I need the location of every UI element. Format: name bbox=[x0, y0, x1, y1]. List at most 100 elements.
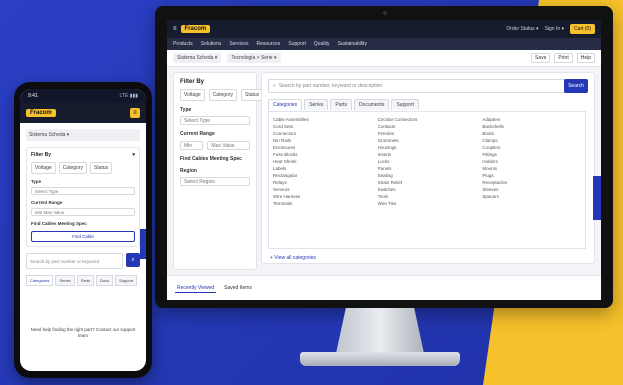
mobile-tabs: Categories Series Parts Docs Support bbox=[26, 275, 140, 286]
category-link[interactable]: Inserts bbox=[378, 151, 477, 158]
category-link[interactable]: Connectors bbox=[273, 130, 372, 137]
search-icon[interactable]: ⌕ bbox=[126, 253, 140, 267]
category-link[interactable]: Grommets bbox=[378, 137, 477, 144]
menu-icon[interactable]: ≡ bbox=[173, 26, 177, 32]
category-link[interactable]: Contacts bbox=[378, 123, 477, 130]
brand-logo[interactable]: Fracom bbox=[180, 25, 211, 33]
category-link[interactable]: Adapters bbox=[482, 116, 581, 123]
hamburger-menu-icon[interactable]: ≡ bbox=[130, 108, 140, 118]
filter-pill[interactable]: Voltage bbox=[180, 89, 205, 101]
category-link[interactable]: Switches bbox=[378, 186, 477, 193]
filter-title: Filter By bbox=[31, 152, 52, 158]
category-link[interactable]: Plugs bbox=[482, 172, 581, 179]
category-link[interactable]: Housings bbox=[378, 144, 477, 151]
category-link[interactable]: Ferrules bbox=[378, 130, 477, 137]
category-link[interactable]: Labels bbox=[273, 165, 372, 172]
category-link[interactable]: Tools bbox=[378, 193, 477, 200]
filter-title: Filter By bbox=[180, 79, 205, 85]
chevron-down-icon[interactable]: ▾ bbox=[132, 152, 135, 158]
category-link[interactable]: Enclosures bbox=[273, 144, 372, 151]
tab-support[interactable]: Support bbox=[115, 275, 138, 286]
brand-logo[interactable]: Fracom bbox=[26, 109, 56, 117]
sign-in-link[interactable]: Sign In ▾ bbox=[545, 26, 564, 32]
nav-sustainability[interactable]: Sustainability bbox=[337, 41, 366, 47]
mobile-screen: 9:41 LTE ▮▮▮ Fracom ≡ Sistema Scheda ▾ F… bbox=[20, 89, 146, 371]
find-cable-button[interactable]: Find Cable bbox=[31, 231, 135, 242]
category-link[interactable]: Cable Assemblies bbox=[273, 116, 372, 123]
feedback-tab[interactable] bbox=[140, 229, 146, 259]
filter-sidebar: Filter By Voltage Category Status Type S… bbox=[173, 72, 264, 270]
breadcrumb[interactable]: Tecnologia > Serie ▾ bbox=[227, 53, 281, 63]
help-button[interactable]: Help bbox=[576, 53, 595, 63]
tab-series[interactable]: Series bbox=[304, 99, 329, 110]
category-link[interactable]: Wire Ties bbox=[378, 200, 477, 207]
filter-pill[interactable]: Status bbox=[240, 89, 264, 101]
breadcrumb[interactable]: Sistema Scheda ▾ bbox=[173, 53, 222, 63]
tab-series[interactable]: Series bbox=[55, 275, 75, 286]
feedback-tab[interactable] bbox=[593, 176, 601, 220]
category-link[interactable]: Clamps bbox=[482, 137, 581, 144]
range-max-field[interactable]: Max Value bbox=[207, 141, 250, 150]
tab-categories[interactable]: Categories bbox=[268, 99, 303, 110]
filter-pill[interactable]: Category bbox=[58, 162, 87, 174]
category-link[interactable]: Panels bbox=[378, 165, 477, 172]
tab-support[interactable]: Support bbox=[391, 99, 419, 110]
nav-support[interactable]: Support bbox=[288, 41, 306, 47]
search-input[interactable]: ⌕ Search by part number, keyword or desc… bbox=[268, 79, 566, 93]
filter-pill[interactable]: Status bbox=[89, 162, 113, 174]
tab-docs[interactable]: Docs bbox=[96, 275, 114, 286]
category-link[interactable]: Din Rails bbox=[273, 137, 372, 144]
range-min-field[interactable]: Min bbox=[180, 141, 204, 150]
cart-button[interactable]: Cart (0) bbox=[570, 24, 595, 34]
category-link[interactable]: Terminals bbox=[273, 200, 372, 207]
category-link[interactable]: Holders bbox=[482, 158, 581, 165]
category-link[interactable]: Sleeves bbox=[482, 186, 581, 193]
filter-pill[interactable]: Voltage bbox=[31, 162, 56, 174]
category-link[interactable]: Circular Connectors bbox=[378, 116, 477, 123]
nav-products[interactable]: Products bbox=[173, 41, 193, 47]
category-link[interactable]: Strain Relief bbox=[378, 179, 477, 186]
type-field[interactable]: Select Type bbox=[31, 187, 135, 195]
category-link[interactable]: Receptacles bbox=[482, 179, 581, 186]
tab-documents[interactable]: Documents bbox=[354, 99, 390, 110]
category-link[interactable]: Fittings bbox=[482, 151, 581, 158]
nav-resources[interactable]: Resources bbox=[257, 41, 281, 47]
breadcrumb[interactable]: Sistema Scheda ▾ bbox=[26, 129, 140, 141]
category-link[interactable]: Relays bbox=[273, 179, 372, 186]
category-link[interactable]: Sensors bbox=[273, 186, 372, 193]
region-label: Region bbox=[180, 168, 197, 174]
view-all-link[interactable]: + View all categories bbox=[270, 255, 316, 261]
type-field[interactable]: Select Type bbox=[180, 116, 250, 125]
tab-parts[interactable]: Parts bbox=[330, 99, 353, 110]
filter-pill[interactable]: Category bbox=[208, 89, 237, 101]
category-link[interactable]: Wire Harness bbox=[273, 193, 372, 200]
saved-items-tab[interactable]: Saved Items bbox=[222, 284, 254, 292]
category-link[interactable]: Fuse Blocks bbox=[273, 151, 372, 158]
search-input[interactable]: Search by part number or keyword bbox=[26, 253, 123, 269]
range-field[interactable]: Min Max Value bbox=[31, 208, 135, 216]
tab-categories[interactable]: Categories bbox=[26, 275, 54, 286]
category-link[interactable]: Backshells bbox=[482, 123, 581, 130]
nav-quality[interactable]: Quality bbox=[314, 41, 330, 47]
recently-viewed-tab[interactable]: Recently Viewed bbox=[175, 284, 217, 293]
type-label: Type bbox=[180, 107, 192, 113]
category-link[interactable]: Cord Sets bbox=[273, 123, 372, 130]
category-link[interactable]: Mounts bbox=[482, 165, 581, 172]
nav-solutions[interactable]: Solutions bbox=[201, 41, 222, 47]
nav-services[interactable]: Services bbox=[229, 41, 248, 47]
region-field[interactable]: Select Region bbox=[180, 177, 250, 186]
category-link[interactable]: Boots bbox=[482, 130, 581, 137]
save-button[interactable]: Save bbox=[531, 53, 551, 63]
category-link[interactable]: Rectangular bbox=[273, 172, 372, 179]
category-link[interactable]: Locks bbox=[378, 158, 477, 165]
category-link[interactable]: Spacers bbox=[482, 193, 581, 200]
category-link[interactable]: Sealing bbox=[378, 172, 477, 179]
category-link[interactable]: Couplers bbox=[482, 144, 581, 151]
results-tabs: Categories Series Parts Documents Suppor… bbox=[268, 99, 419, 110]
tab-parts[interactable]: Parts bbox=[76, 275, 95, 286]
order-status-link[interactable]: Order Status ▾ bbox=[506, 26, 538, 32]
category-link[interactable]: Heat Shrink bbox=[273, 158, 372, 165]
signal-icon: LTE ▮▮▮ bbox=[119, 93, 138, 99]
search-button[interactable]: Search bbox=[564, 79, 588, 93]
print-button[interactable]: Print bbox=[554, 53, 573, 63]
